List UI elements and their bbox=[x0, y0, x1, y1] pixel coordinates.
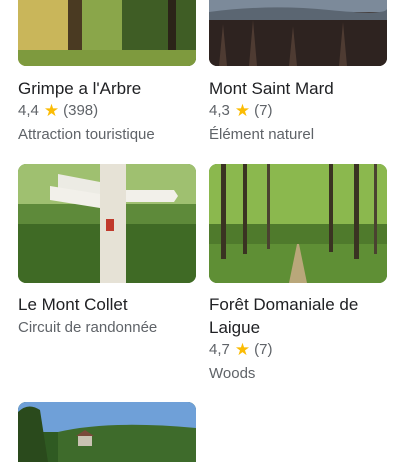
place-name-line2: Laigue bbox=[209, 318, 261, 337]
place-name-line1: Forêt Domaniale de bbox=[209, 295, 359, 314]
place-name: Mont Saint Mard bbox=[209, 79, 334, 98]
review-count: (7) bbox=[254, 341, 273, 358]
star-icon: ★ bbox=[234, 340, 251, 359]
signpost-photo bbox=[18, 164, 196, 283]
rating-value: 4,4 bbox=[18, 102, 39, 119]
place-rating: 4,3 ★ (7) bbox=[209, 101, 272, 121]
place-category: Élément naturel bbox=[209, 126, 315, 143]
place-category: Circuit de randonnée bbox=[18, 319, 158, 336]
star-icon: ★ bbox=[43, 101, 60, 120]
place-name: Grimpe a l'Arbre bbox=[18, 79, 142, 98]
star-icon: ★ bbox=[234, 101, 251, 120]
place-category: Woods bbox=[209, 365, 256, 382]
rating-value: 4,7 bbox=[209, 341, 230, 358]
forest-path-photo bbox=[209, 164, 387, 283]
place-rating: 4,4 ★ (398) bbox=[18, 101, 98, 121]
treehouse-photo bbox=[18, 0, 196, 66]
hill-view-photo bbox=[209, 0, 387, 66]
place-category: Attraction touristique bbox=[18, 126, 155, 143]
place-name: Le Mont Collet bbox=[18, 295, 128, 314]
review-count: (398) bbox=[63, 102, 99, 119]
rating-value: 4,3 bbox=[209, 102, 230, 119]
village-landscape-photo bbox=[18, 402, 196, 462]
review-count: (7) bbox=[254, 102, 273, 119]
place-rating: 4,7 ★ (7) bbox=[209, 340, 272, 360]
